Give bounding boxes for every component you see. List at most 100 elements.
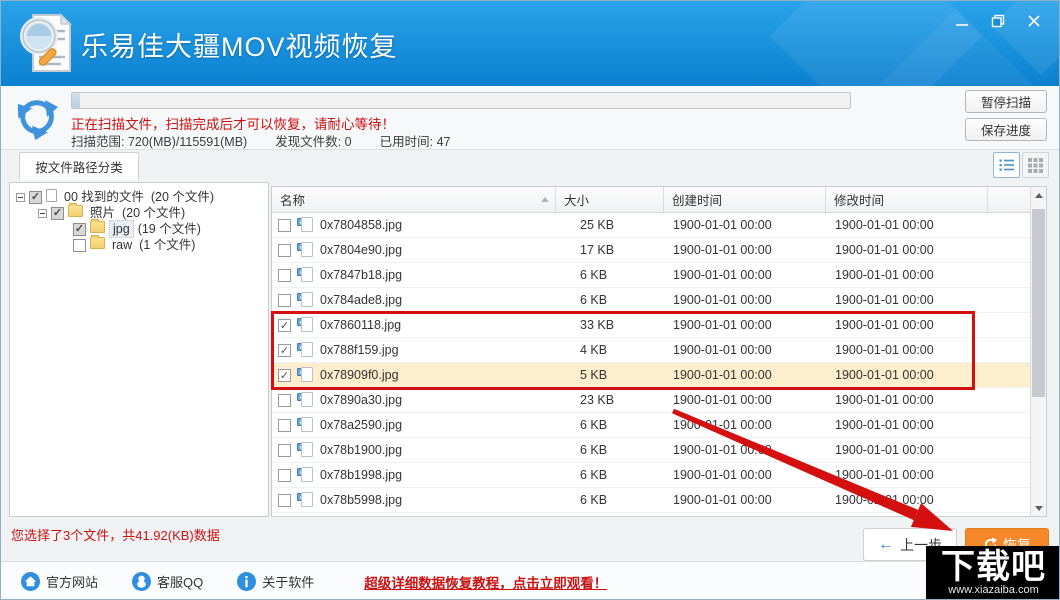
list-view-button[interactable] [993,152,1020,178]
tree-expander-icon[interactable] [16,193,25,202]
file-created-time: 1900-01-01 00:00 [664,388,826,412]
file-modified-time: 1900-01-01 00:00 [826,463,988,487]
sort-ascending-icon [541,197,549,202]
row-checkbox[interactable] [278,369,291,382]
file-modified-time: 1900-01-01 00:00 [826,338,988,362]
file-modified-time: 1900-01-01 00:00 [826,313,988,337]
file-size: 6 KB [556,463,664,487]
file-size: 6 KB [556,263,664,287]
table-row[interactable]: 0x78b1998.jpg 6 KB 1900-01-01 00:00 1900… [272,463,1046,488]
progress-fill [72,93,80,108]
folder-icon [90,237,105,253]
file-tree-panel: 00 找到的文件 (20 个文件) 照片 (20 个文件) jpg (19 个文… [9,182,269,517]
elapsed-time-label: 已用时间: 47 [380,131,451,150]
file-name: 0x78909f0.jpg [320,368,399,382]
column-header-modified[interactable]: 修改时间 [826,187,988,212]
column-header-name[interactable]: 名称 [272,187,556,212]
tree-checkbox[interactable] [73,239,86,252]
row-checkbox[interactable] [278,319,291,332]
file-modified-time: 1900-01-01 00:00 [826,413,988,437]
tree-checkbox[interactable] [51,207,64,220]
image-file-icon [297,367,314,383]
scrollbar-thumb[interactable] [1032,209,1045,397]
image-file-icon [297,267,314,283]
tree-checkbox[interactable] [29,191,42,204]
table-row[interactable]: 0x7890a30.jpg 23 KB 1900-01-01 00:00 190… [272,388,1046,413]
row-checkbox[interactable] [278,269,291,282]
file-created-time: 1900-01-01 00:00 [664,288,826,312]
table-row[interactable]: 0x78b5998.jpg 6 KB 1900-01-01 00:00 1900… [272,488,1046,513]
tree-expander-icon[interactable] [38,209,47,218]
table-row[interactable]: 0x78909f0.jpg 5 KB 1900-01-01 00:00 1900… [272,363,1046,388]
file-size: 4 KB [556,338,664,362]
close-button[interactable] [1021,9,1047,33]
row-checkbox[interactable] [278,394,291,407]
tree-item[interactable]: jpg (19 个文件) [12,221,266,237]
minimize-button[interactable] [949,9,975,33]
list-view-icon [999,158,1015,172]
restore-button[interactable] [985,9,1011,33]
image-file-icon [297,317,314,333]
thumbnail-view-button[interactable] [1022,152,1049,178]
row-checkbox[interactable] [278,219,291,232]
tree-node-count: (19 个文件) [138,221,201,237]
file-name: 0x78b5998.jpg [320,493,402,507]
image-file-icon [297,242,314,258]
tree-node-count: (20 个文件) [122,205,185,221]
table-row[interactable]: 0x7804858.jpg 25 KB 1900-01-01 00:00 190… [272,213,1046,238]
support-qq-link[interactable]: 客服QQ [132,572,203,591]
table-row[interactable]: 0x784ade8.jpg 6 KB 1900-01-01 00:00 1900… [272,288,1046,313]
row-checkbox[interactable] [278,494,291,507]
table-row[interactable]: 0x7804e90.jpg 17 KB 1900-01-01 00:00 190… [272,238,1046,263]
tree-checkbox[interactable] [73,223,86,236]
tab-classify-by-path[interactable]: 按文件路径分类 [19,152,139,180]
image-file-icon [297,342,314,358]
row-checkbox[interactable] [278,419,291,432]
about-software-link[interactable]: 关于软件 [237,572,314,591]
title-bar: 乐易佳大疆MOV视频恢复 [1,1,1059,86]
save-progress-button[interactable]: 保存进度 [965,118,1047,141]
tree-item[interactable]: 00 找到的文件 (20 个文件) [12,189,266,205]
chevron-up-icon [1035,193,1043,198]
chevron-down-icon [1035,506,1043,511]
table-row[interactable]: 0x788f159.jpg 4 KB 1900-01-01 00:00 1900… [272,338,1046,363]
app-title: 乐易佳大疆MOV视频恢复 [81,25,398,64]
file-name: 0x7804858.jpg [320,218,402,232]
tree-item[interactable]: 照片 (20 个文件) [12,205,266,221]
footer-bar: 官方网站 客服QQ 关于软件 超级详细数据恢复教程，点击立即观看！ [1,561,1059,600]
scroll-down-button[interactable] [1031,500,1046,516]
table-row[interactable]: 0x7860118.jpg 33 KB 1900-01-01 00:00 190… [272,313,1046,338]
pause-scan-button[interactable]: 暂停扫描 [965,90,1047,113]
file-modified-time: 1900-01-01 00:00 [826,213,988,237]
row-checkbox[interactable] [278,444,291,457]
watermark-logo-text: 下载吧 [941,550,1046,584]
file-size: 6 KB [556,288,664,312]
vertical-scrollbar[interactable] [1030,187,1046,516]
column-header-size[interactable]: 大小 [556,187,664,212]
table-row[interactable]: 0x7847b18.jpg 6 KB 1900-01-01 00:00 1900… [272,263,1046,288]
table-row[interactable]: 0x78b1900.jpg 6 KB 1900-01-01 00:00 1900… [272,438,1046,463]
row-checkbox[interactable] [278,294,291,307]
scan-status-message: 正在扫描文件，扫描完成后才可以恢复，请耐心等待！ [71,113,395,133]
tree-item[interactable]: raw (1 个文件) [12,237,266,253]
document-icon [46,189,57,206]
file-modified-time: 1900-01-01 00:00 [826,388,988,412]
official-site-link[interactable]: 官方网站 [21,572,98,591]
qq-icon [132,572,151,591]
row-checkbox[interactable] [278,244,291,257]
scroll-up-button[interactable] [1031,187,1046,203]
row-checkbox[interactable] [278,469,291,482]
table-body: 0x7804858.jpg 25 KB 1900-01-01 00:00 190… [272,213,1046,513]
file-created-time: 1900-01-01 00:00 [664,413,826,437]
tree-node-label: raw [109,237,135,253]
file-created-time: 1900-01-01 00:00 [664,338,826,362]
tree-node-label: jpg [109,220,134,238]
file-size: 6 KB [556,438,664,462]
column-header-created[interactable]: 创建时间 [664,187,826,212]
tutorial-link[interactable]: 超级详细数据恢复教程，点击立即观看！ [364,572,607,592]
file-tree: 00 找到的文件 (20 个文件) 照片 (20 个文件) jpg (19 个文… [12,189,266,253]
file-name: 0x7890a30.jpg [320,393,402,407]
file-created-time: 1900-01-01 00:00 [664,263,826,287]
table-row[interactable]: 0x78a2590.jpg 6 KB 1900-01-01 00:00 1900… [272,413,1046,438]
row-checkbox[interactable] [278,344,291,357]
